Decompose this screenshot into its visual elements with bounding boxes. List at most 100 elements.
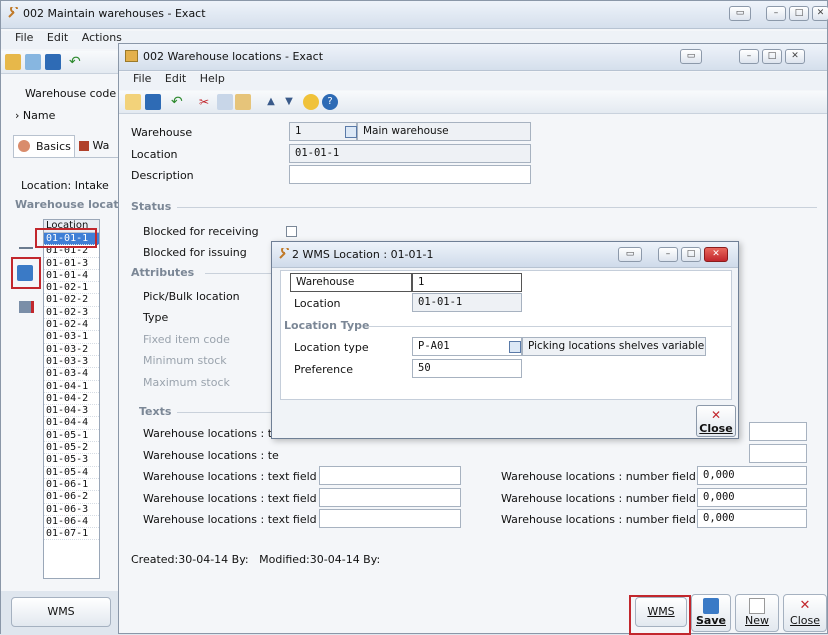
tab-warehouse-locations[interactable]: Wa xyxy=(79,139,109,152)
dialog-close-action-button[interactable]: ✕ Close xyxy=(696,405,736,437)
back-restore-icon[interactable]: ▭ xyxy=(729,6,751,21)
undo-icon[interactable]: ↶ xyxy=(171,94,187,110)
text-field-5-input[interactable] xyxy=(319,509,461,528)
locations-tab-icon xyxy=(79,141,89,151)
dialog-restore-icon[interactable]: ▭ xyxy=(618,247,642,262)
blocked-receiving-checkbox[interactable] xyxy=(286,226,297,237)
copy-icon[interactable] xyxy=(217,94,233,110)
location-list-item[interactable]: 01-03-1 xyxy=(44,331,99,344)
menu-edit[interactable]: Edit xyxy=(165,72,186,85)
help-icon[interactable]: ? xyxy=(322,94,338,110)
location-list-item[interactable]: 01-02-3 xyxy=(44,307,99,320)
back-menu-file[interactable]: File xyxy=(15,31,33,44)
cut-icon[interactable]: ✂ xyxy=(199,94,215,110)
copy-icon[interactable] xyxy=(25,54,41,70)
location-list-item[interactable]: 01-06-4 xyxy=(44,516,99,529)
back-window-title: 002 Maintain warehouses - Exact xyxy=(23,7,206,20)
back-close-button[interactable]: ✕ xyxy=(812,6,828,21)
status-heading: Status xyxy=(131,200,172,213)
back-menu-edit[interactable]: Edit xyxy=(47,31,68,44)
location-list-item[interactable]: 01-02-1 xyxy=(44,282,99,295)
warehouse-lookup-icon[interactable] xyxy=(345,126,357,138)
pick-bulk-label: Pick/Bulk location xyxy=(143,290,240,303)
search-icon[interactable] xyxy=(303,94,319,110)
main-minimize-button[interactable]: – xyxy=(739,49,759,64)
close-button[interactable]: ✕ Close xyxy=(783,594,827,632)
warehouse-code-label: Warehouse code xyxy=(25,87,117,100)
back-maximize-button[interactable]: □ xyxy=(789,6,809,21)
dialog-wrench-icon xyxy=(278,246,290,260)
dialog-close-x-icon: ✕ xyxy=(710,408,722,422)
window-app-icon xyxy=(125,50,138,62)
location-list-item[interactable]: 01-05-3 xyxy=(44,454,99,467)
number-field-5-input[interactable]: 0,000 xyxy=(697,509,807,528)
new-button[interactable]: New xyxy=(735,594,779,632)
selected-location-highlight xyxy=(35,228,97,248)
undo-icon[interactable]: ↶ xyxy=(69,54,85,70)
location-list-item[interactable]: 01-05-4 xyxy=(44,467,99,479)
back-minimize-button[interactable]: – xyxy=(766,6,786,21)
location-list-item[interactable]: 01-03-3 xyxy=(44,356,99,369)
main-close-button[interactable]: ✕ xyxy=(785,49,805,64)
dialog-minimize-button[interactable]: – xyxy=(658,247,678,262)
arrow-down-icon[interactable]: ▼ xyxy=(281,94,297,110)
number-field-1-input[interactable] xyxy=(749,422,807,441)
link-icon[interactable] xyxy=(19,237,33,249)
dialog-close-button[interactable]: ✕ xyxy=(704,247,728,262)
main-menubar: File Edit Help xyxy=(119,72,827,90)
menu-file[interactable]: File xyxy=(133,72,151,85)
location-list-item[interactable]: 01-07-1 xyxy=(44,528,99,541)
location-list-item[interactable]: 01-03-4 xyxy=(44,368,99,381)
location-field[interactable]: 01-01-1 xyxy=(289,144,531,163)
new-icon[interactable] xyxy=(125,94,141,110)
open-icon[interactable] xyxy=(5,54,21,70)
number-field-3-label: Warehouse locations : number field 3 xyxy=(501,470,707,483)
location-list[interactable]: Location 01-01-1 01-01-2 01-01-3 01-01-4 01-… xyxy=(43,219,100,579)
number-field-2-input[interactable] xyxy=(749,444,807,463)
name-label: › Name xyxy=(15,109,56,122)
close-x-icon: ✕ xyxy=(799,598,811,613)
location-type-heading: Location Type xyxy=(284,319,370,332)
dialog-maximize-button[interactable]: □ xyxy=(681,247,701,262)
location-list-item[interactable]: 01-01-3 xyxy=(44,258,99,270)
location-list-item[interactable]: 01-02-2 xyxy=(44,294,99,307)
location-list-item[interactable]: 01-05-1 xyxy=(44,430,99,443)
location-list-item[interactable]: 01-02-4 xyxy=(44,319,99,332)
paste-icon[interactable] xyxy=(235,94,251,110)
location-list-item[interactable]: 01-04-3 xyxy=(44,405,99,418)
save-icon[interactable] xyxy=(45,54,61,70)
maximum-stock-label: Maximum stock xyxy=(143,376,230,389)
location-list-item[interactable]: 01-06-1 xyxy=(44,479,99,492)
delete-location-icon[interactable] xyxy=(19,301,34,313)
attributes-divider xyxy=(205,273,275,274)
warehouse-locations-heading: Warehouse locati xyxy=(15,198,123,211)
dialog-warehouse-field[interactable]: 1 xyxy=(412,273,522,292)
back-menu-actions[interactable]: Actions xyxy=(82,31,122,44)
location-list-item[interactable]: 01-06-2 xyxy=(44,491,99,504)
location-list-item[interactable]: 01-04-2 xyxy=(44,393,99,406)
new-document-icon xyxy=(749,598,765,614)
text-field-3-input[interactable] xyxy=(319,466,461,485)
location-list-item[interactable]: 01-05-2 xyxy=(44,442,99,455)
arrow-up-icon[interactable]: ▲ xyxy=(263,94,279,110)
location-list-item[interactable]: 01-04-4 xyxy=(44,417,99,430)
tab-basics[interactable]: Basics xyxy=(13,135,75,157)
number-field-3-input[interactable]: 0,000 xyxy=(697,466,807,485)
text-field-4-input[interactable] xyxy=(319,488,461,507)
location-label: Location xyxy=(131,148,178,161)
location-type-field[interactable]: P-A01 xyxy=(412,337,522,356)
location-list-item[interactable]: 01-06-3 xyxy=(44,504,99,516)
number-field-4-input[interactable]: 0,000 xyxy=(697,488,807,507)
location-list-item[interactable]: 01-01-4 xyxy=(44,270,99,283)
back-wms-button[interactable]: WMS xyxy=(11,597,111,627)
main-maximize-button[interactable]: □ xyxy=(762,49,782,64)
location-type-lookup-icon[interactable] xyxy=(509,341,521,353)
location-list-item[interactable]: 01-03-2 xyxy=(44,344,99,356)
save-button[interactable]: Save xyxy=(691,594,731,632)
main-restore-icon[interactable]: ▭ xyxy=(680,49,702,64)
save-icon[interactable] xyxy=(145,94,161,110)
location-list-item[interactable]: 01-04-1 xyxy=(44,381,99,393)
preference-field[interactable]: 50 xyxy=(412,359,522,378)
description-field[interactable] xyxy=(289,165,531,184)
menu-help[interactable]: Help xyxy=(200,72,225,85)
